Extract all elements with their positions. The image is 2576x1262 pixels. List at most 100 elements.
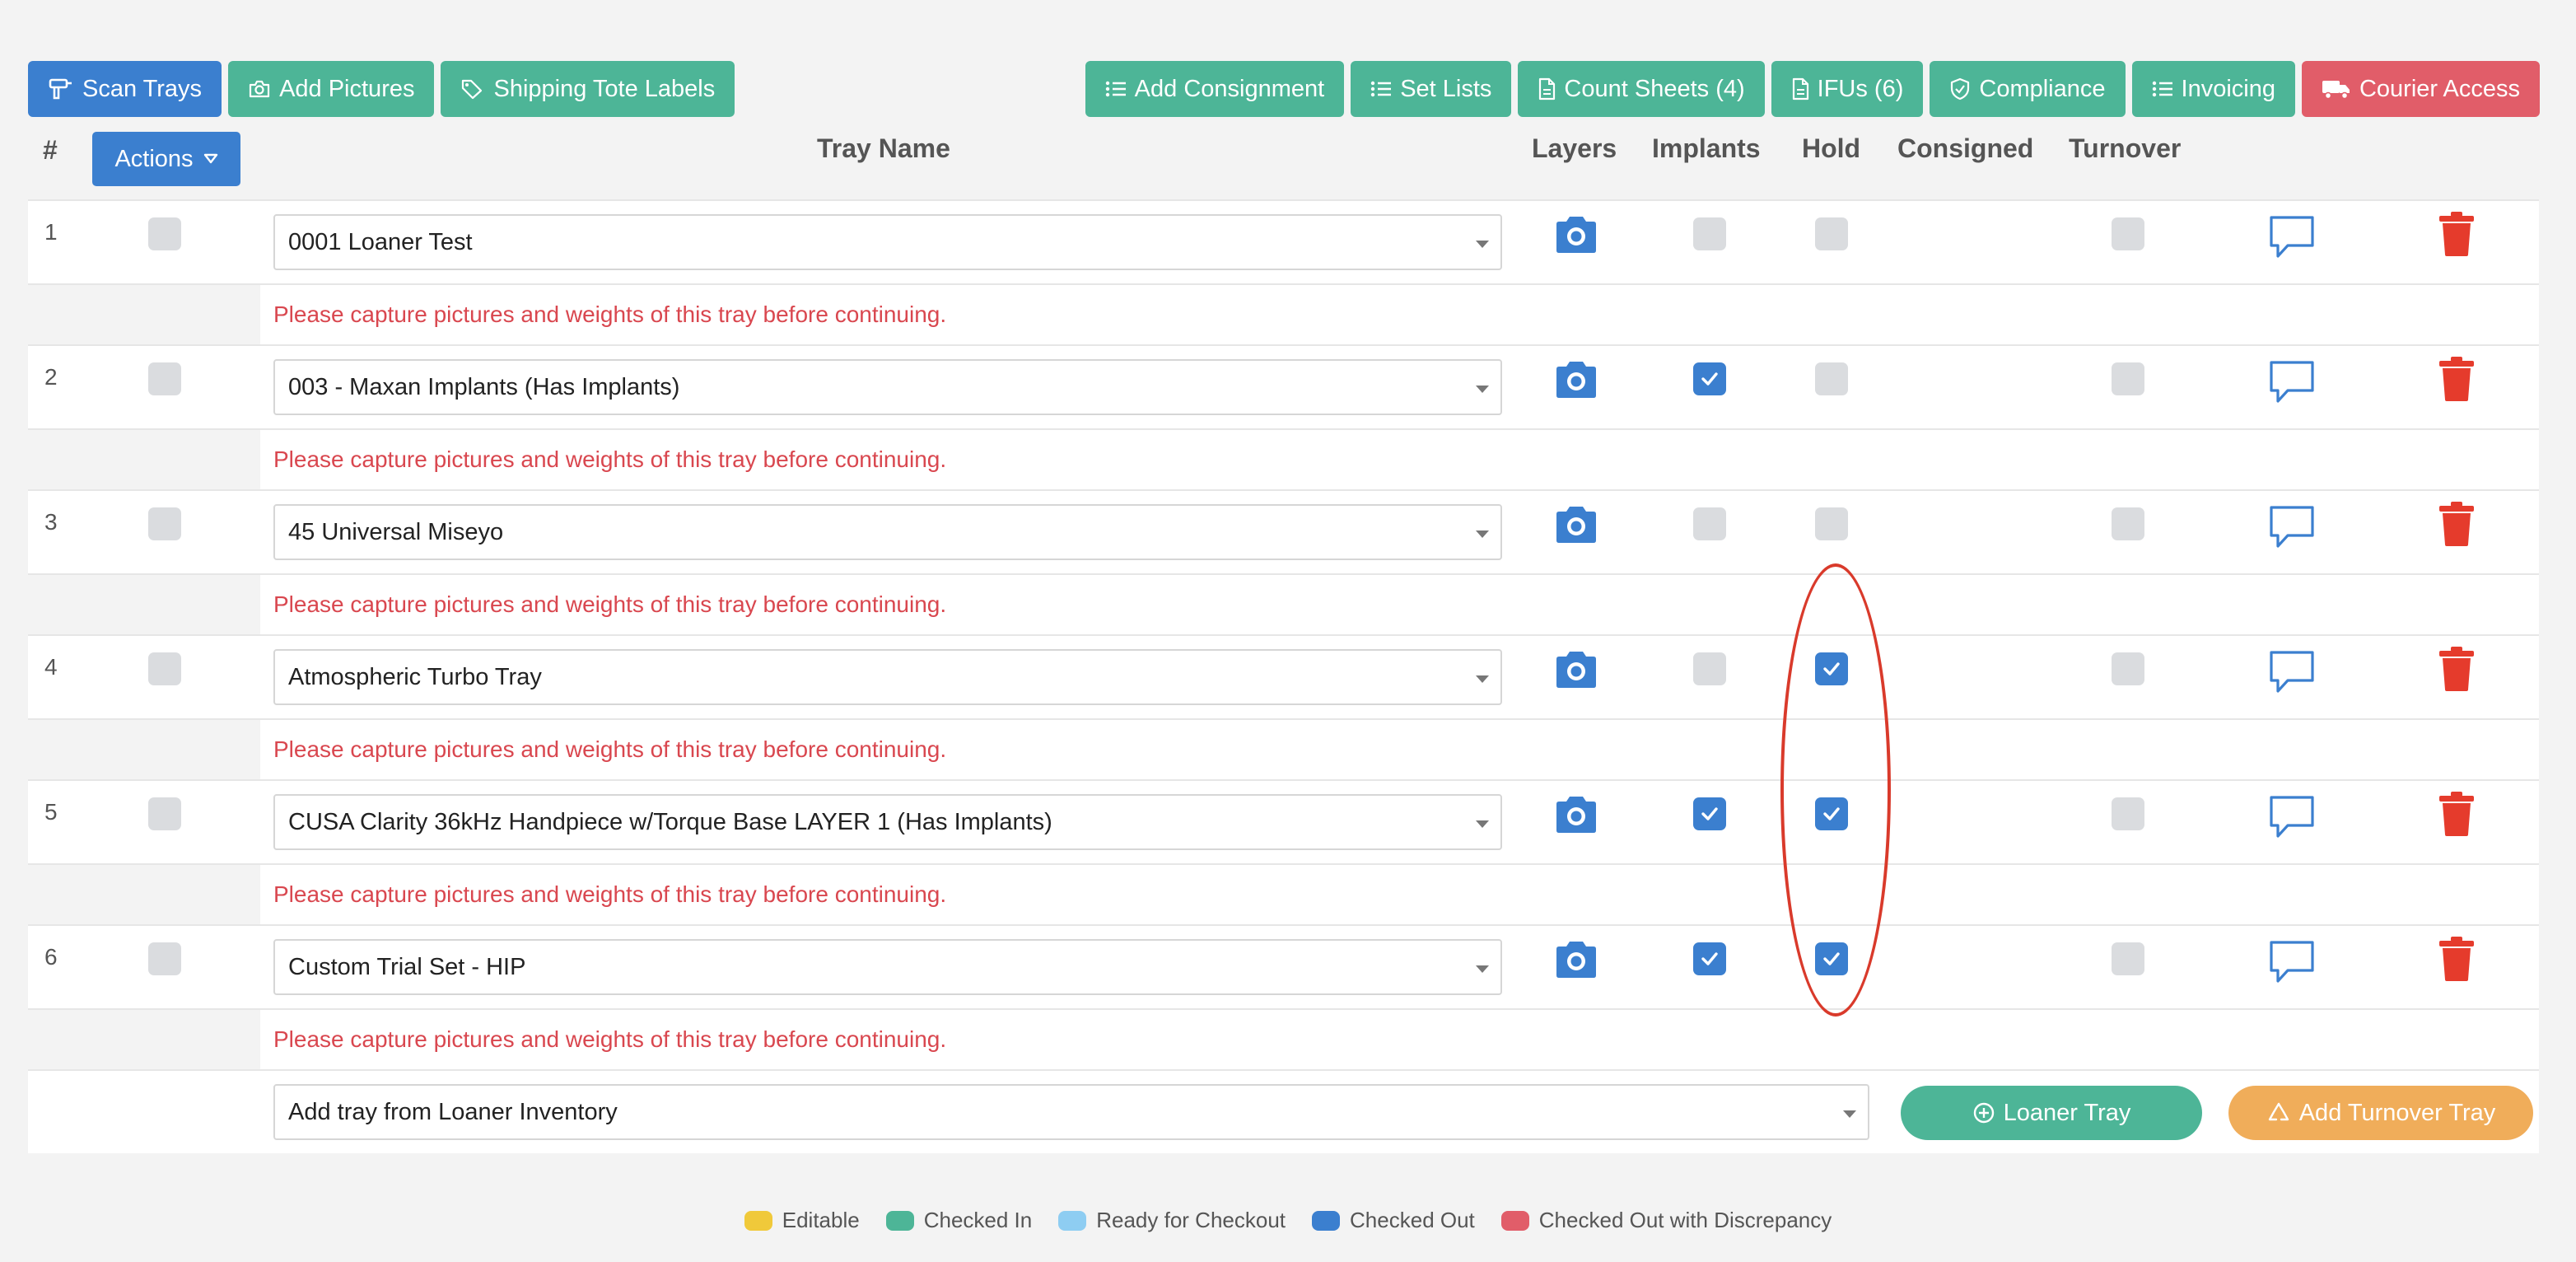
warning-row: Please capture pictures and weights of t… <box>28 428 2539 489</box>
loaner-tray-label: Loaner Tray <box>2003 1099 2131 1126</box>
invoicing-button[interactable]: Invoicing <box>2131 61 2295 117</box>
row-select-checkbox[interactable] <box>148 652 181 685</box>
comment-icon[interactable] <box>2268 359 2316 409</box>
compliance-button[interactable]: Compliance <box>1930 61 2126 117</box>
implants-checkbox[interactable] <box>1693 797 1726 830</box>
header-turnover: Turnover <box>2069 133 2182 163</box>
list-icon <box>1105 79 1127 99</box>
hold-checkbox[interactable] <box>1815 507 1848 540</box>
tray-name-value: 45 Universal Miseyo <box>288 518 504 545</box>
tray-name-select[interactable]: 0001 Loaner Test <box>273 214 1502 270</box>
tray-name-select[interactable]: 45 Universal Miseyo <box>273 504 1502 560</box>
shield-icon <box>1949 77 1971 100</box>
table-row: 1 0001 Loaner Test <box>28 199 2539 283</box>
caret-down-icon <box>1476 820 1489 828</box>
list-icon <box>2152 79 2173 99</box>
trash-icon[interactable] <box>2438 791 2476 841</box>
checkmark-icon <box>1700 371 1720 387</box>
table-row: 3 45 Universal Miseyo <box>28 489 2539 573</box>
scan-trays-label: Scan Trays <box>82 75 203 102</box>
toolbar-right-group: Add Consignment Set Lists Count Sheets (4)… <box>1085 61 2540 117</box>
turnover-checkbox[interactable] <box>2112 797 2144 830</box>
table-row: 5 CUSA Clarity 36kHz Handpiece w/Torque B… <box>28 779 2539 863</box>
ifus-button[interactable]: IFUs (6) <box>1771 61 1924 117</box>
add-turnover-tray-button[interactable]: Add Turnover Tray <box>2228 1086 2533 1140</box>
row-select-checkbox[interactable] <box>148 507 181 540</box>
add-pictures-button[interactable]: Add Pictures <box>228 61 435 117</box>
header-number: # <box>43 135 58 165</box>
add-turnover-tray-label: Add Turnover Tray <box>2298 1099 2496 1126</box>
comment-icon[interactable] <box>2268 939 2316 989</box>
implants-checkbox[interactable] <box>1693 507 1726 540</box>
comment-icon[interactable] <box>2268 214 2316 264</box>
courier-access-button[interactable]: Courier Access <box>2301 61 2540 117</box>
tray-name-select[interactable]: 003 - Maxan Implants (Has Implants) <box>273 359 1502 415</box>
capture-warning-message: Please capture pictures and weights of t… <box>260 865 2539 924</box>
tray-name-select[interactable]: CUSA Clarity 36kHz Handpiece w/Torque Ba… <box>273 794 1502 850</box>
implants-checkbox[interactable] <box>1693 942 1726 975</box>
trash-icon[interactable] <box>2438 356 2476 406</box>
hold-checkbox[interactable] <box>1815 362 1848 395</box>
turnover-checkbox[interactable] <box>2112 507 2144 540</box>
tray-name-select[interactable]: Atmospheric Turbo Tray <box>273 649 1502 705</box>
set-lists-button[interactable]: Set Lists <box>1351 61 1512 117</box>
capture-warning-message: Please capture pictures and weights of t… <box>260 575 2539 634</box>
comment-icon[interactable] <box>2268 794 2316 844</box>
shipping-tote-labels-button[interactable]: Shipping Tote Labels <box>441 61 735 117</box>
turnover-checkbox[interactable] <box>2112 942 2144 975</box>
comment-icon[interactable] <box>2268 504 2316 554</box>
add-tray-placeholder: Add tray from Loaner Inventory <box>288 1098 618 1125</box>
legend-label: Editable <box>782 1208 860 1232</box>
camera-icon[interactable] <box>1553 504 1599 549</box>
camera-icon[interactable] <box>1553 794 1599 839</box>
warning-row: Please capture pictures and weights of t… <box>28 863 2539 924</box>
caret-down-icon <box>1476 675 1489 683</box>
trash-icon[interactable] <box>2438 501 2476 551</box>
implants-checkbox[interactable] <box>1693 217 1726 250</box>
list-icon <box>1370 79 1392 99</box>
camera-icon[interactable] <box>1553 214 1599 259</box>
implants-checkbox[interactable] <box>1693 362 1726 395</box>
capture-warning-message: Please capture pictures and weights of t… <box>260 430 2539 489</box>
trash-icon[interactable] <box>2438 936 2476 986</box>
camera-icon[interactable] <box>1553 939 1599 984</box>
tray-name-value: Custom Trial Set - HIP <box>288 953 526 980</box>
count-sheets-button[interactable]: Count Sheets (4) <box>1518 61 1765 117</box>
row-select-checkbox[interactable] <box>148 362 181 395</box>
add-pictures-label: Add Pictures <box>279 75 415 102</box>
tray-name-select[interactable]: Custom Trial Set - HIP <box>273 939 1502 995</box>
turnover-checkbox[interactable] <box>2112 362 2144 395</box>
turnover-checkbox[interactable] <box>2112 652 2144 685</box>
turnover-checkbox[interactable] <box>2112 217 2144 250</box>
loaner-tray-button[interactable]: Loaner Tray <box>1901 1086 2202 1140</box>
row-number: 4 <box>44 654 58 680</box>
row-select-checkbox[interactable] <box>148 797 181 830</box>
camera-icon[interactable] <box>1553 649 1599 694</box>
table-row: 4 Atmospheric Turbo Tray <box>28 634 2539 718</box>
tray-name-value: Atmospheric Turbo Tray <box>288 663 542 690</box>
caret-down-icon <box>1843 1110 1856 1118</box>
add-tray-select[interactable]: Add tray from Loaner Inventory <box>273 1084 1869 1140</box>
implants-checkbox[interactable] <box>1693 652 1726 685</box>
header-hold: Hold <box>1802 133 1861 163</box>
trash-icon[interactable] <box>2438 211 2476 261</box>
count-sheets-label: Count Sheets (4) <box>1564 75 1745 102</box>
tray-table: 1 0001 Loaner Test Please capture pictures… <box>28 199 2539 1153</box>
actions-dropdown-button[interactable]: Actions <box>92 132 240 186</box>
row-number: 6 <box>44 944 58 970</box>
add-consignment-button[interactable]: Add Consignment <box>1085 61 1345 117</box>
table-row: 2 003 - Maxan Implants (Has Implants) <box>28 344 2539 428</box>
document-icon <box>1538 77 1556 100</box>
row-select-checkbox[interactable] <box>148 942 181 975</box>
header-tray-name: Tray Name <box>817 133 950 163</box>
trash-icon[interactable] <box>2438 646 2476 696</box>
scan-trays-button[interactable]: Scan Trays <box>28 61 222 117</box>
hold-checkbox[interactable] <box>1815 217 1848 250</box>
camera-icon[interactable] <box>1553 359 1599 404</box>
comment-icon[interactable] <box>2268 649 2316 699</box>
add-tray-row: Add tray from Loaner Inventory Loaner Tra… <box>28 1069 2539 1153</box>
row-select-checkbox[interactable] <box>148 217 181 250</box>
legend-label: Checked Out <box>1350 1208 1475 1232</box>
warning-row: Please capture pictures and weights of t… <box>28 283 2539 344</box>
capture-warning-message: Please capture pictures and weights of t… <box>260 1010 2539 1069</box>
